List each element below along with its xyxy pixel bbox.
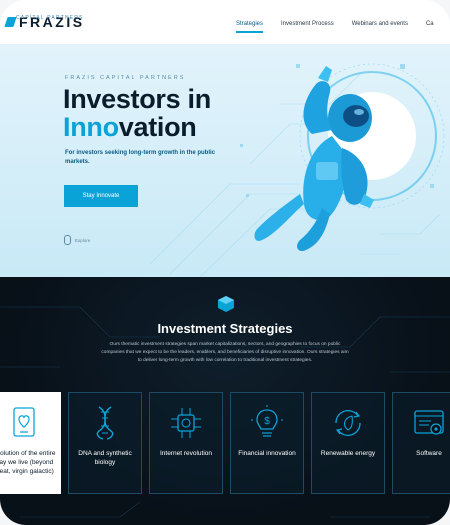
strategy-card-label: Renewable energy [320,450,376,457]
headline-rest: vation [118,112,197,142]
section-title: Investment Strategies [157,321,293,336]
strategies-section: Investment Strategies Ours thematic inve… [0,277,450,525]
hero-headline: Investors in Innovation [63,85,211,141]
explore-label: Explore [75,237,91,243]
main-nav: Strategies Investment Process Webinars a… [236,21,434,33]
stay-innovate-button[interactable]: Stay Innovate [64,185,138,207]
headline-line-1: Investors in [63,84,211,114]
strategy-card-label: DNA and synthetic biology [78,450,132,466]
mouse-scroll-icon [64,235,71,245]
strategy-card-label: Financial innovation [238,450,296,457]
strategy-card-renewable[interactable]: Renewable energy [311,392,385,494]
section-description: Ours thematic investment strategies span… [101,342,349,363]
hero-section: FRAZIS CAPITAL PARTNERS Investors in Inn… [0,44,450,277]
explore-link[interactable]: Explore [64,235,90,245]
dna-icon [96,406,114,440]
strategy-card-label: Internet revolution [159,450,213,457]
tablet-heart-icon [13,407,35,437]
logo-mark-icon [4,17,17,27]
strategy-card-label: Evolution of the entire way we live (bey… [0,450,56,475]
astronaut-illustration-icon [254,66,374,252]
headline-accent: Inno [63,112,119,142]
leaf-cycle-icon [335,409,361,437]
lightbulb-dollar-icon: $ [251,405,283,437]
page-frame: FRAZIS CAPITAL PARTNERS Strategies Inves… [0,0,450,525]
nav-item-investment-process[interactable]: Investment Process [281,21,334,27]
nav-item-webinars[interactable]: Webinars and events [352,21,408,27]
strategy-card-financial[interactable]: $ Financial innovation [230,392,304,494]
strategy-card-label: Software [416,450,442,457]
hero-eyebrow: FRAZIS CAPITAL PARTNERS [65,75,186,81]
svg-text:$: $ [264,416,270,427]
site-header: FRAZIS CAPITAL PARTNERS Strategies Inves… [0,0,450,45]
software-window-icon [414,410,444,435]
strategy-card-dna[interactable]: DNA and synthetic biology [68,392,142,494]
nav-item-truncated[interactable]: Ca [426,21,434,27]
strategies-cube-icon [218,296,234,312]
nav-item-strategies[interactable]: Strategies [236,21,264,33]
strategy-card-evolution[interactable]: Evolution of the entire way we live (bey… [0,392,61,494]
circuit-chip-icon [171,408,201,438]
hero-tagline: For investors seeking long-term growth i… [65,150,216,165]
strategy-card-software[interactable]: Software [392,392,450,494]
brand-subtitle: CAPITAL PARTNERS [16,15,84,21]
strategy-card-internet[interactable]: Internet revolution [149,392,223,494]
